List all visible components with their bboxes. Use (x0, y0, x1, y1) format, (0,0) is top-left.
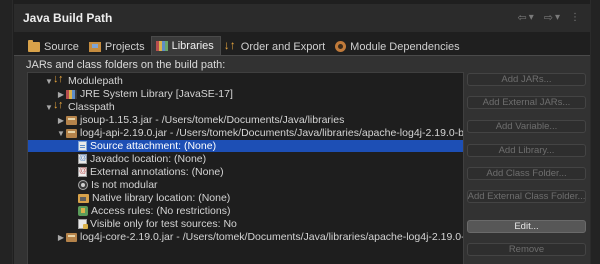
tree-item-label: log4j-api-2.19.0.jar - /Users/tomek/Docu… (80, 127, 464, 139)
tab-label: Source (44, 40, 79, 53)
tab-projects[interactable]: Projects (85, 38, 151, 55)
tree-item-external-annotations[interactable]: External annotations: (None) (28, 166, 463, 178)
tree-item-access-rules[interactable]: Access rules: (No restrictions) (28, 205, 463, 217)
add-variable-button[interactable]: Add Variable... (467, 120, 586, 133)
forward-arrow-icon[interactable]: ⇨ (544, 11, 553, 24)
tab-label: Order and Export (240, 40, 326, 53)
build-path-tree[interactable]: ▼ Modulepath ▶ JRE System Library [JavaS… (27, 72, 464, 264)
tab-order-and-export[interactable]: Order and Export (221, 38, 331, 55)
add-jars-button[interactable]: Add JARs... (467, 73, 586, 86)
tree-item-label: Visible only for test sources: No (90, 218, 237, 230)
remove-button[interactable]: Remove (467, 243, 586, 256)
jar-icon (66, 115, 77, 125)
tree-item-native-library[interactable]: Native library location: (None) (28, 192, 463, 204)
page-header: Java Build Path ⇦ ▾ ⇨ ▾ ⋮ (14, 4, 590, 32)
tab-bar: Source Projects Libraries Order and Expo… (14, 36, 590, 55)
libraries-panel: JARs and class folders on the build path… (14, 55, 590, 264)
panel-label: JARs and class folders on the build path… (26, 59, 226, 71)
test-sources-icon (78, 219, 88, 229)
forward-dropdown-icon[interactable]: ▾ (555, 12, 560, 23)
chevron-right-icon[interactable]: ▶ (56, 233, 66, 242)
tree-item-label: Access rules: (No restrictions) (91, 205, 231, 217)
tree-item-label: Classpath (68, 101, 115, 113)
tree-item-label: Modulepath (68, 75, 123, 87)
module-icon (335, 41, 347, 52)
tree-item-log4j-api-jar[interactable]: ▼ log4j-api-2.19.0.jar - /Users/tomek/Do… (28, 127, 463, 139)
native-library-icon (78, 193, 89, 203)
tree-item-label: Javadoc location: (None) (90, 153, 207, 165)
back-arrow-icon[interactable]: ⇦ (518, 11, 527, 24)
left-edge (0, 0, 13, 264)
tree-item-label: log4j-core-2.19.0.jar - /Users/tomek/Doc… (80, 231, 464, 243)
project-icon (88, 41, 101, 52)
tree-item-javadoc-location[interactable]: Javadoc location: (None) (28, 153, 463, 165)
edit-button[interactable]: Edit... (467, 220, 586, 233)
chevron-right-icon[interactable]: ▶ (56, 116, 66, 125)
tree-item-label: Source attachment: (None) (90, 140, 217, 152)
add-external-class-folder-button[interactable]: Add External Class Folder... (467, 190, 586, 203)
jar-icon (66, 128, 77, 138)
tree-item-label: Native library location: (None) (92, 192, 231, 204)
module-icon (78, 180, 88, 190)
tree-item-source-attachment[interactable]: Source attachment: (None) (28, 140, 463, 152)
tree-item-jre-library[interactable]: ▶ JRE System Library [JavaSE-17] (28, 88, 463, 100)
page-title: Java Build Path (23, 11, 113, 25)
library-icon (66, 89, 77, 99)
chevron-down-icon[interactable]: ▼ (56, 129, 66, 138)
tab-label: Module Dependencies (350, 40, 460, 53)
tab-module-dependencies[interactable]: Module Dependencies (331, 38, 465, 55)
folder-icon (28, 39, 40, 52)
tree-item-test-sources[interactable]: Visible only for test sources: No (28, 218, 463, 230)
build-path-order-icon (53, 99, 65, 112)
history-navigation: ⇦ ▾ ⇨ ▾ ⋮ (518, 11, 581, 24)
source-attachment-icon (78, 141, 87, 151)
tab-label: Projects (104, 40, 145, 53)
menu-icon[interactable]: ⋮ (570, 12, 580, 23)
tab-label: Libraries (171, 40, 214, 52)
tree-item-label: jsoup-1.15.3.jar - /Users/tomek/Document… (80, 114, 345, 126)
tab-libraries[interactable]: Libraries (150, 36, 221, 55)
tree-item-label: JRE System Library [JavaSE-17] (80, 88, 233, 100)
tree-item-modulepath[interactable]: ▼ Modulepath (28, 73, 463, 87)
build-path-order-icon (53, 73, 65, 86)
add-library-button[interactable]: Add Library... (467, 144, 586, 157)
add-class-folder-button[interactable]: Add Class Folder... (467, 167, 586, 180)
tree-item-classpath[interactable]: ▼ Classpath (28, 99, 463, 113)
access-rules-icon (78, 206, 88, 216)
jar-icon (66, 232, 77, 242)
tree-item-jsoup-jar[interactable]: ▶ jsoup-1.15.3.jar - /Users/tomek/Docume… (28, 114, 463, 126)
back-dropdown-icon[interactable]: ▾ (529, 12, 534, 23)
tree-item-log4j-core-jar[interactable]: ▶ log4j-core-2.19.0.jar - /Users/tomek/D… (28, 231, 463, 243)
order-export-icon (224, 38, 237, 52)
tab-source[interactable]: Source (24, 38, 85, 55)
dialog-window: Java Build Path ⇦ ▾ ⇨ ▾ ⋮ Source Project… (0, 0, 600, 264)
javadoc-icon (78, 153, 87, 164)
add-external-jars-button[interactable]: Add External JARs... (467, 96, 586, 109)
right-edge (590, 0, 600, 264)
tree-item-modular[interactable]: Is not modular (28, 179, 463, 191)
chevron-right-icon[interactable]: ▶ (56, 90, 66, 99)
libraries-icon (155, 41, 168, 51)
annotations-icon (78, 166, 87, 177)
tree-item-label: Is not modular (91, 179, 158, 191)
tree-item-label: External annotations: (None) (90, 166, 224, 178)
